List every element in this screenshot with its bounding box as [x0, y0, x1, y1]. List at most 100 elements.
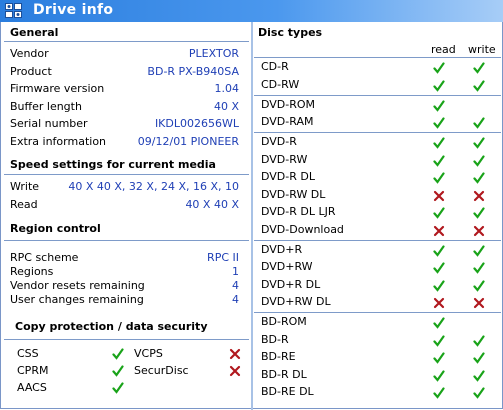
- disc-type-label: CD-RW: [261, 77, 300, 91]
- check-icon: [433, 172, 445, 184]
- cross-icon: [433, 297, 445, 309]
- disc-type-label: BD-R: [261, 332, 289, 346]
- disc-type-label: DVD+R: [261, 242, 303, 256]
- speed-section-title: Speed settings for current media: [10, 158, 216, 171]
- copy-protection-label: CPRM: [17, 364, 49, 377]
- disc-types-section-title: Disc types: [258, 26, 323, 39]
- copy-protection-label: VCPS: [134, 347, 163, 360]
- section-divider: [254, 312, 501, 313]
- check-icon: [473, 352, 485, 364]
- speed-value: 40 X 40 X, 32 X, 24 X, 16 X, 10: [68, 180, 239, 193]
- copy-protection-section-title: Copy protection / data security: [15, 320, 208, 333]
- general-value: PLEXTOR: [188, 47, 239, 60]
- disc-type-label: DVD-RW DL: [261, 187, 326, 201]
- check-icon: [473, 369, 485, 382]
- section-divider: [254, 132, 501, 133]
- general-value: 1.04: [214, 82, 240, 96]
- check-icon: [433, 369, 445, 382]
- region-value: 4: [232, 279, 239, 292]
- section-divider: [4, 240, 249, 241]
- disc-type-label: DVD-Download: [261, 222, 344, 236]
- check-icon: [473, 172, 485, 184]
- title-bar[interactable]: Drive info: [0, 0, 503, 22]
- cross-icon: [473, 190, 485, 201]
- region-label: User changes remaining: [10, 293, 144, 306]
- check-icon: [112, 382, 124, 394]
- check-icon: [433, 244, 445, 257]
- check-icon: [112, 348, 124, 360]
- check-icon: [433, 207, 445, 219]
- check-icon: [433, 79, 445, 92]
- region-value: 1: [232, 265, 239, 278]
- region-label: RPC scheme: [10, 251, 79, 264]
- region-label: Regions: [10, 265, 54, 278]
- general-label: Serial number: [10, 117, 88, 131]
- general-label: Vendor: [10, 47, 49, 60]
- check-icon: [433, 137, 445, 149]
- general-label: Product: [10, 64, 52, 78]
- column-divider: [251, 22, 253, 410]
- disc-type-label: DVD+RW: [261, 260, 313, 273]
- check-icon: [433, 99, 445, 112]
- check-icon: [473, 154, 485, 167]
- section-divider: [4, 339, 249, 340]
- disc-type-label: DVD-RW: [261, 152, 308, 166]
- disc-type-label: DVD-RAM: [261, 115, 314, 128]
- check-icon: [473, 62, 485, 74]
- disc-type-label: CD-R: [261, 60, 289, 73]
- copy-protection-label: AACS: [17, 381, 47, 394]
- section-divider: [4, 41, 249, 42]
- region-value: RPC II: [207, 251, 239, 264]
- check-icon: [112, 365, 124, 377]
- region-value: 4: [232, 293, 239, 306]
- check-icon: [473, 79, 485, 92]
- copy-protection-label: CSS: [17, 347, 39, 360]
- cross-icon: [433, 190, 445, 201]
- read-column-header: read: [431, 43, 456, 56]
- speed-label: Read: [10, 198, 38, 211]
- section-divider: [254, 239, 501, 241]
- cross-icon: [433, 225, 445, 236]
- region-section-title: Region control: [10, 222, 101, 235]
- disc-type-label: BD-ROM: [261, 315, 307, 328]
- disc-type-label: DVD-R DL: [261, 170, 315, 183]
- check-icon: [473, 334, 485, 347]
- check-icon: [433, 279, 445, 292]
- check-icon: [473, 244, 485, 257]
- section-divider: [254, 94, 501, 96]
- section-divider: [254, 57, 501, 58]
- check-icon: [473, 279, 485, 292]
- disc-type-label: BD-R DL: [261, 367, 307, 381]
- disc-type-label: DVD-R: [261, 135, 297, 148]
- check-icon: [433, 317, 445, 329]
- speed-value: 40 X 40 X: [185, 198, 239, 211]
- region-label: Vendor resets remaining: [10, 279, 145, 292]
- drive-info-app-icon: [5, 3, 22, 18]
- disc-type-label: DVD-R DL LJR: [261, 205, 336, 218]
- check-icon: [473, 117, 485, 129]
- general-value: IKDL002656WL: [154, 117, 239, 131]
- general-value: 40 X: [213, 99, 239, 113]
- disc-type-label: BD-RE: [261, 350, 296, 363]
- general-value: 09/12/01 PIONEER: [137, 135, 239, 148]
- disc-type-label: BD-RE DL: [261, 385, 314, 398]
- check-icon: [433, 334, 445, 347]
- cross-icon: [473, 297, 485, 309]
- check-icon: [433, 62, 445, 74]
- check-icon: [433, 117, 445, 129]
- cross-icon: [229, 365, 241, 377]
- cross-icon: [229, 348, 241, 360]
- general-section-title: General: [10, 26, 59, 39]
- check-icon: [433, 387, 445, 399]
- general-label: Extra information: [10, 135, 107, 148]
- cross-icon: [473, 225, 485, 236]
- check-icon: [473, 262, 485, 274]
- copy-protection-label: SecurDisc: [134, 364, 189, 377]
- section-divider: [4, 174, 249, 175]
- check-icon: [433, 352, 445, 364]
- disc-type-label: DVD+RW DL: [261, 295, 331, 308]
- check-icon: [473, 207, 485, 219]
- check-icon: [433, 262, 445, 274]
- check-icon: [473, 137, 485, 149]
- general-value: BD-R PX-B940SA: [147, 64, 239, 78]
